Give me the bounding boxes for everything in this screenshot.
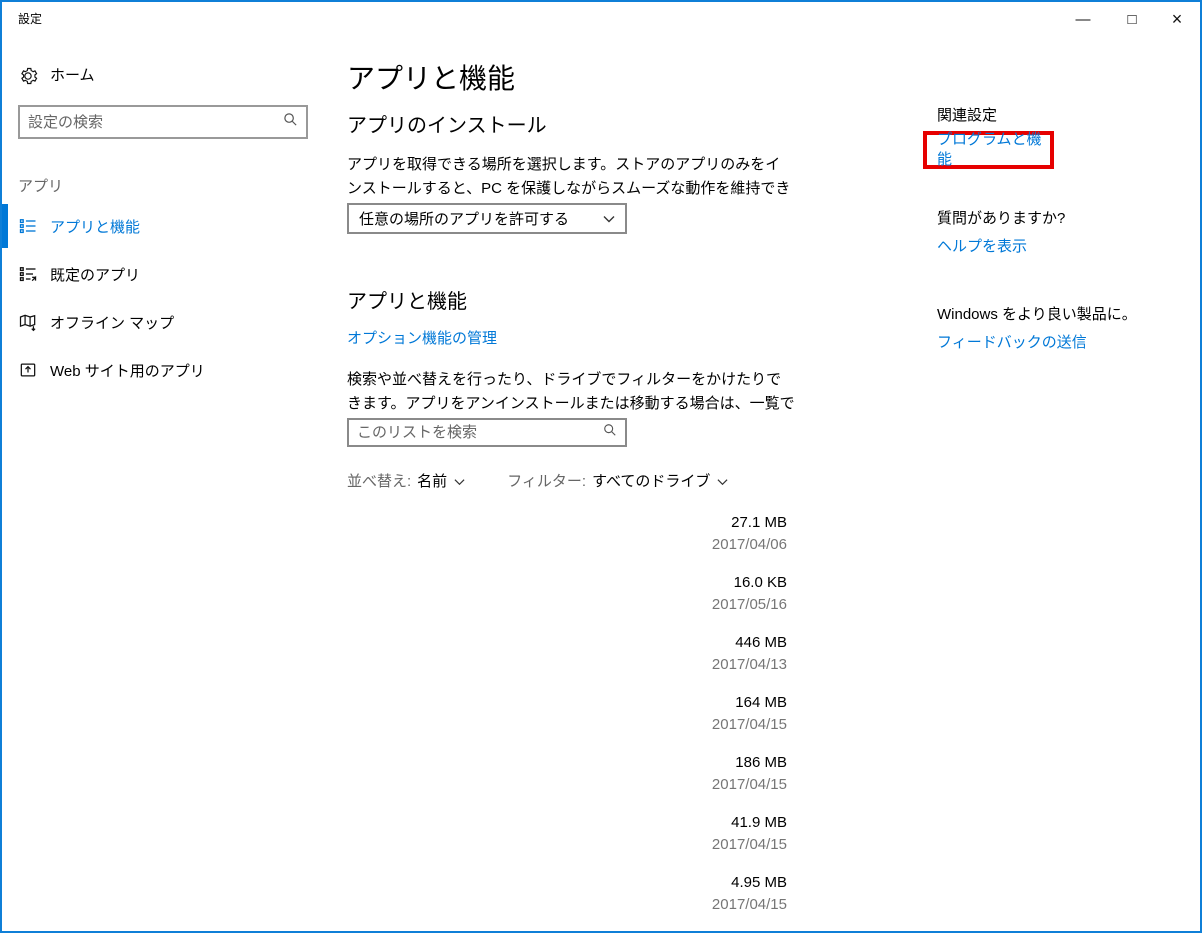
minimize-button[interactable]: — [1060, 4, 1106, 34]
programs-and-features-link[interactable]: プログラムと機能 [937, 130, 1050, 170]
close-button[interactable]: × [1154, 4, 1200, 34]
sort-label: 並べ替え: [347, 470, 411, 491]
settings-search-box [18, 105, 308, 139]
sort-filter-row: 並べ替え: 名前 フィルター: すべてのドライブ [347, 470, 728, 491]
chevron-down-icon[interactable] [454, 473, 465, 490]
app-install-date: 2017/05/16 [347, 594, 787, 616]
search-icon [603, 423, 617, 442]
sidebar-item-home[interactable]: ホーム [18, 63, 308, 89]
app-size: 186 MB [347, 752, 787, 774]
app-list-item[interactable]: 164 MB 2017/04/15 [347, 692, 787, 736]
app-size: 4.95 MB [347, 872, 787, 894]
app-size: 446 MB [347, 632, 787, 654]
install-section-heading: アプリのインストール [347, 109, 547, 138]
maximize-button[interactable]: □ [1109, 4, 1155, 34]
close-icon: × [1172, 9, 1183, 30]
app-list-search-input[interactable] [349, 424, 603, 441]
app-list-item[interactable]: 41.9 MB 2017/04/15 [347, 812, 787, 856]
app-list-item[interactable]: 16.0 KB 2017/05/16 [347, 572, 787, 616]
sidebar-item-offline-maps[interactable]: オフライン マップ [2, 300, 312, 344]
app-list-item[interactable]: 4.95 MB 2017/04/15 [347, 872, 787, 916]
sidebar-item-label: アプリと機能 [50, 216, 140, 237]
filter-dropdown[interactable]: すべてのドライブ [592, 470, 710, 491]
search-icon [283, 112, 298, 132]
sidebar-item-label: オフライン マップ [50, 312, 174, 333]
app-install-date: 2017/04/15 [347, 774, 787, 796]
sidebar-item-apps-features[interactable]: アプリと機能 [2, 204, 312, 248]
show-help-link[interactable]: ヘルプを表示 [937, 237, 1027, 257]
app-list-search-box [347, 418, 627, 447]
manage-optional-features-link[interactable]: オプション機能の管理 [347, 329, 497, 349]
page-title: アプリと機能 [347, 57, 515, 97]
app-install-date: 2017/04/15 [347, 714, 787, 736]
default-apps-icon [18, 264, 38, 284]
sidebar-item-label: 既定のアプリ [50, 264, 140, 285]
sidebar-home-label: ホーム [50, 66, 95, 86]
filter-value: すべてのドライブ [592, 473, 710, 490]
app-install-date: 2017/04/15 [347, 834, 787, 856]
feedback-heading: Windows をより良い製品に。 [937, 305, 1137, 325]
chevron-down-icon [603, 210, 615, 228]
sort-value: 名前 [417, 473, 447, 490]
app-list-item[interactable]: 27.1 MB 2017/04/06 [347, 512, 787, 556]
app-size: 27.1 MB [347, 512, 787, 534]
app-size: 41.9 MB [347, 812, 787, 834]
dropdown-selected-value: 任意の場所のアプリを許可する [349, 208, 603, 229]
window-title: 設定 [18, 10, 42, 27]
sort-dropdown[interactable]: 名前 [417, 470, 447, 491]
settings-search-input[interactable] [20, 114, 283, 131]
related-settings-heading: 関連設定 [937, 106, 997, 126]
help-heading: 質問がありますか? [937, 209, 1065, 229]
chevron-down-icon[interactable] [717, 473, 728, 490]
sidebar-section-label: アプリ [18, 177, 63, 197]
app-install-date: 2017/04/06 [347, 534, 787, 556]
apps-section-heading: アプリと機能 [347, 285, 467, 314]
sidebar-item-apps-for-websites[interactable]: Web サイト用のアプリ [2, 348, 312, 392]
app-size: 16.0 KB [347, 572, 787, 594]
app-install-date: 2017/04/15 [347, 894, 787, 916]
maximize-icon: □ [1127, 11, 1136, 28]
settings-window: 設定 — □ × ホーム アプリ [0, 0, 1202, 933]
filter-label: フィルター: [507, 470, 586, 491]
apps-features-icon [18, 216, 38, 236]
app-list: 27.1 MB 2017/04/06 16.0 KB 2017/05/16 44… [347, 512, 787, 932]
minimize-icon: — [1076, 11, 1091, 28]
offline-maps-icon [18, 312, 38, 332]
highlight-red-box: プログラムと機能 [923, 131, 1054, 169]
apps-for-websites-icon [18, 360, 38, 380]
send-feedback-link[interactable]: フィードバックの送信 [937, 333, 1087, 353]
app-size: 164 MB [347, 692, 787, 714]
app-install-date: 2017/04/13 [347, 654, 787, 676]
app-list-item[interactable]: 446 MB 2017/04/13 [347, 632, 787, 676]
install-source-dropdown[interactable]: 任意の場所のアプリを許可する [347, 203, 627, 234]
gear-icon [18, 66, 38, 86]
sidebar-item-label: Web サイト用のアプリ [50, 360, 205, 381]
app-list-item[interactable]: 186 MB 2017/04/15 [347, 752, 787, 796]
sidebar-item-default-apps[interactable]: 既定のアプリ [2, 252, 312, 296]
selected-accent-bar [2, 204, 8, 248]
